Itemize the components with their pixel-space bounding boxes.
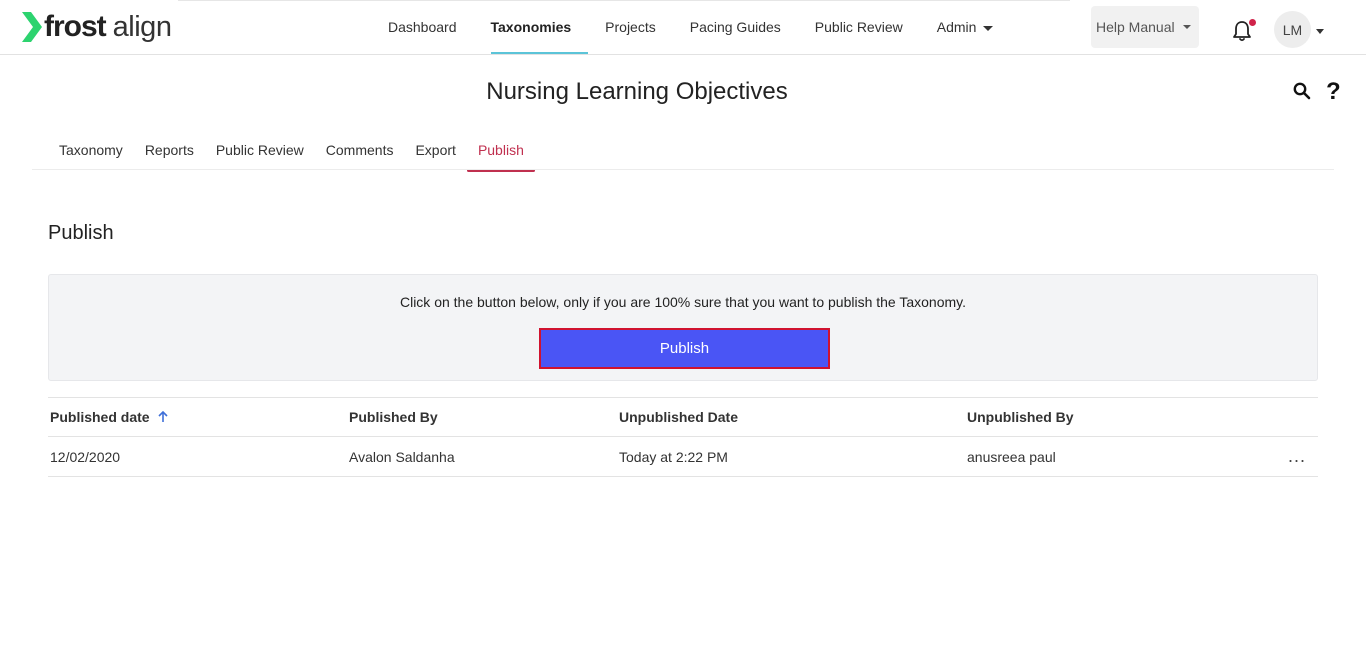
publish-warning-text: Click on the button below, only if you a… [399, 294, 967, 310]
header-unpublished-by: Unpublished By [967, 409, 1074, 425]
header-published-date[interactable]: Published date [50, 398, 168, 436]
tab-taxonomy[interactable]: Taxonomy [48, 142, 134, 170]
publish-history-table: Published date Published By Unpublished … [48, 397, 1318, 477]
nav-taxonomies-label: Taxonomies [490, 19, 572, 35]
nav-public-review-label: Public Review [814, 19, 903, 35]
nav-public-review[interactable]: Public Review [798, 0, 920, 54]
section-title: Publish [48, 222, 114, 244]
tab-taxonomy-label: Taxonomy [59, 142, 123, 158]
main-nav: Dashboard Taxonomies Projects Pacing Gui… [371, 0, 1010, 54]
tab-export-label: Export [415, 142, 456, 158]
more-actions-icon[interactable]: ... [1288, 447, 1306, 465]
nav-projects[interactable]: Projects [588, 0, 673, 54]
top-navbar: frost align Dashboard Taxonomies Project… [0, 0, 1366, 55]
notification-dot [1249, 19, 1256, 26]
publish-button[interactable]: Publish [539, 328, 830, 369]
cell-unpublished-by: anusreea paul [967, 448, 1056, 465]
nav-pacing-guides[interactable]: Pacing Guides [673, 0, 798, 54]
caret-down-icon [1182, 25, 1191, 29]
nav-admin-label: Admin [936, 19, 977, 35]
publish-panel: Click on the button below, only if you a… [48, 274, 1318, 381]
avatar-initials: LM [1282, 21, 1303, 38]
logo-text-align: align [112, 10, 172, 43]
search-icon[interactable] [1293, 82, 1311, 100]
tab-publish-label: Publish [477, 142, 524, 158]
taxonomy-subtabs: Taxonomy Reports Public Review Comments … [48, 142, 535, 172]
tab-public-review-label: Public Review [215, 142, 304, 158]
tab-public-review[interactable]: Public Review [205, 142, 315, 170]
help-manual-dropdown[interactable]: Help Manual [1091, 6, 1199, 48]
header-unpublished-date: Unpublished Date [619, 409, 739, 425]
tab-export[interactable]: Export [404, 142, 466, 170]
help-question-icon[interactable]: ? [1326, 78, 1341, 106]
avatar[interactable]: LM [1274, 11, 1311, 48]
caret-down-icon [983, 26, 994, 31]
tab-comments[interactable]: Comments [315, 142, 405, 170]
page-title: Nursing Learning Objectives [486, 78, 788, 105]
tab-comments-label: Comments [325, 142, 394, 158]
cell-unpublished-date: Today at 2:22 PM [619, 448, 728, 465]
nav-dashboard-label: Dashboard [388, 19, 457, 35]
frost-align-logo[interactable]: frost align [22, 10, 172, 44]
nav-dashboard[interactable]: Dashboard [371, 0, 474, 54]
help-manual-label: Help Manual [1096, 19, 1175, 35]
nav-taxonomies[interactable]: Taxonomies [474, 0, 589, 54]
caret-down-icon[interactable] [1316, 29, 1324, 34]
subtabs-divider [32, 169, 1334, 170]
table-header-row: Published date Published By Unpublished … [48, 397, 1318, 436]
nav-projects-label: Projects [605, 19, 656, 35]
arrow-up-icon[interactable] [158, 411, 168, 423]
logo-text-frost: frost [44, 10, 107, 43]
cell-published-by: Avalon Saldanha [349, 448, 455, 465]
tab-reports[interactable]: Reports [134, 142, 205, 170]
tab-publish[interactable]: Publish [466, 142, 535, 172]
header-published-by: Published By [349, 409, 438, 425]
nav-admin-dropdown[interactable]: Admin [920, 0, 1011, 54]
tab-reports-label: Reports [144, 142, 194, 158]
table-row: 12/02/2020 Avalon Saldanha Today at 2:22… [48, 436, 1318, 477]
cell-published-date: 12/02/2020 [50, 448, 121, 465]
header-published-date-label: Published date [50, 409, 150, 425]
chevron-logo-icon [22, 12, 42, 42]
nav-pacing-guides-label: Pacing Guides [689, 19, 781, 35]
